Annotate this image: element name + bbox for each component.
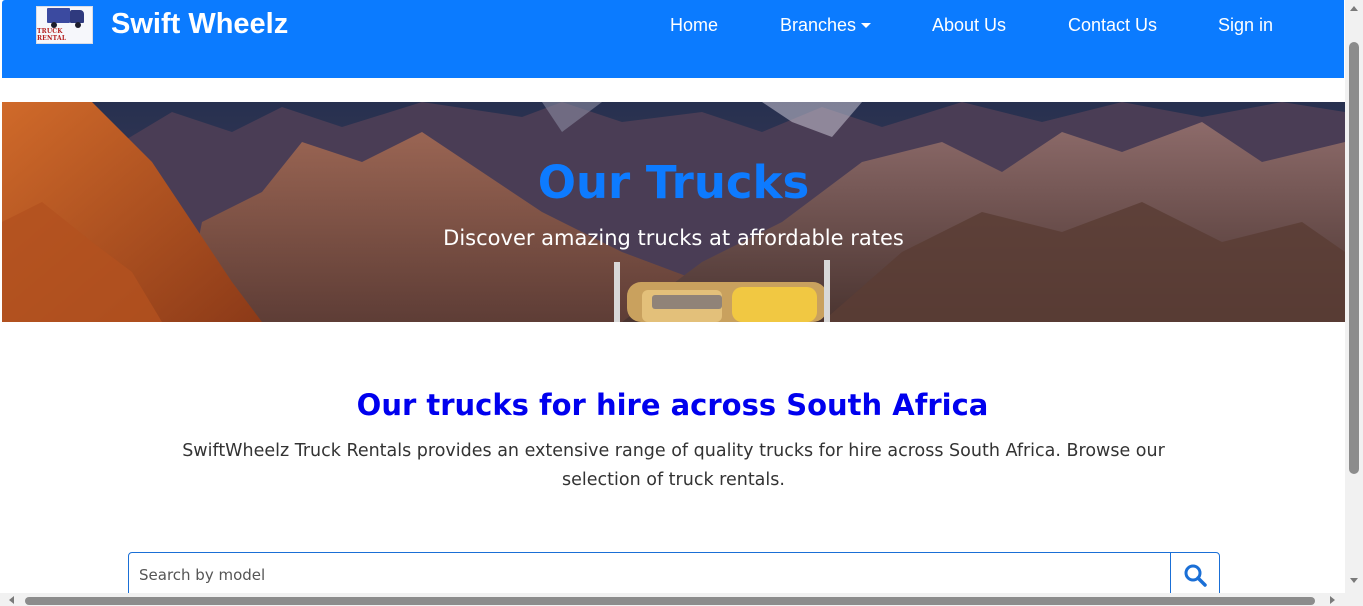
caret-down-icon [861,23,872,28]
nav-branches-label: Branches [780,15,857,35]
scroll-left-arrow-icon[interactable] [9,596,14,604]
search-input[interactable] [128,552,1171,598]
search-button[interactable] [1170,552,1220,598]
navbar: TRUCK RENTAL Swift Wheelz Home Branches … [2,0,1344,78]
scroll-up-arrow-icon[interactable] [1350,6,1358,11]
section-title: Our trucks for hire across South Africa [356,388,989,422]
vertical-scroll-thumb[interactable] [1349,42,1359,474]
section-description: SwiftWheelz Truck Rentals provides an ex… [182,441,1165,490]
site-logo[interactable]: TRUCK RENTAL [36,6,93,44]
nav-contact[interactable]: Contact Us [1068,15,1157,36]
brand-name[interactable]: Swift Wheelz [111,8,288,41]
nav-signin[interactable]: Sign in [1218,15,1273,36]
scroll-right-arrow-icon[interactable] [1330,596,1335,604]
hero-subtitle: Discover amazing trucks at affordable ra… [443,226,904,250]
truck-logo-icon [46,8,84,28]
vertical-scrollbar[interactable] [1345,0,1363,606]
search-icon [1184,564,1207,587]
scroll-down-arrow-icon[interactable] [1350,578,1358,583]
horizontal-scrollbar[interactable] [0,593,1345,606]
hero-title: Our Trucks [537,156,810,209]
horizontal-scroll-thumb[interactable] [25,597,1315,605]
logo-text: TRUCK RENTAL [37,28,67,42]
page: TRUCK RENTAL Swift Wheelz Home Branches … [0,0,1345,606]
nav-branches-dropdown[interactable]: Branches [780,15,872,36]
nav-about[interactable]: About Us [932,15,1006,36]
hero-background-image [2,102,1345,322]
nav-home[interactable]: Home [670,15,718,36]
hero-banner: Our Trucks Discover amazing trucks at af… [2,102,1345,322]
